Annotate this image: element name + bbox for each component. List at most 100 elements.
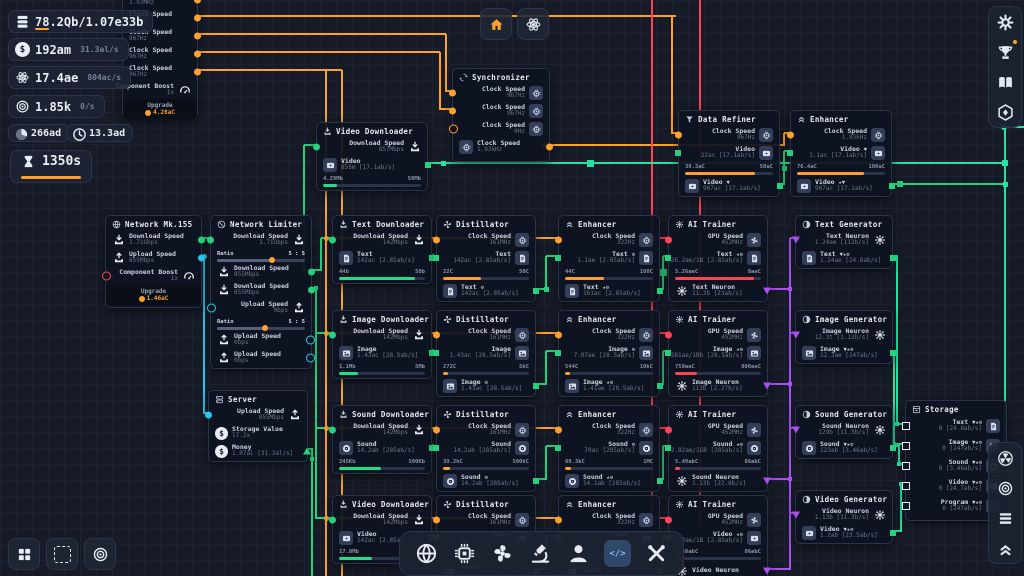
chip-icon-box[interactable]: [759, 128, 773, 142]
game-canvas[interactable]: Clock Speed1.93MHzClock Speed967HzClock …: [0, 0, 1024, 576]
node-video-generator[interactable]: Video GeneratorVideo Neuron1.13b [11.3b/…: [795, 490, 893, 544]
node-title[interactable]: Server: [209, 391, 307, 406]
port[interactable]: [329, 427, 336, 434]
port[interactable]: [665, 332, 672, 339]
download-icon-box[interactable]: [217, 284, 230, 297]
node-video-downloader-top[interactable]: Video DownloaderDownload Speed857MbpsVid…: [316, 122, 428, 191]
port[interactable]: [777, 183, 783, 189]
chip-icon-box[interactable]: [529, 86, 543, 100]
dock-tools-button[interactable]: [644, 541, 669, 566]
doc-icon-box[interactable]: [443, 284, 457, 298]
port[interactable]: [890, 350, 896, 356]
sound-icon-box[interactable]: [747, 441, 761, 455]
node-sound-downloader[interactable]: Sound DownloaderDownload Speed142MbpsSou…: [332, 405, 432, 474]
image-icon-box[interactable]: [515, 346, 529, 360]
video-icon-box[interactable]: [871, 146, 885, 160]
port[interactable]: [306, 336, 315, 345]
port[interactable]: [902, 422, 910, 430]
port[interactable]: [308, 269, 315, 276]
port[interactable]: [533, 288, 539, 294]
library-button[interactable]: [993, 70, 1017, 94]
turbo-button[interactable]: [993, 446, 1017, 470]
port[interactable]: [207, 237, 214, 244]
node-data-refiner[interactable]: Data RefinerClock Speed967HzVideo22ac [1…: [678, 110, 780, 197]
node-title[interactable]: Enhancer: [791, 111, 891, 126]
node-title[interactable]: Image Downloader: [333, 311, 431, 326]
doc-icon-box[interactable]: [339, 251, 353, 265]
node-title[interactable]: Storage: [906, 401, 1006, 416]
port[interactable]: [665, 427, 672, 434]
upload-icon-box[interactable]: [217, 334, 230, 347]
port[interactable]: [792, 512, 800, 519]
chip-icon-box[interactable]: [639, 513, 653, 527]
neuron-icon-box[interactable]: [873, 509, 886, 522]
node-distillator-sound[interactable]: DistillatorClock Speed161MHzSound14.2ab …: [436, 405, 536, 492]
port[interactable]: [763, 478, 771, 485]
neuron-icon-box[interactable]: [675, 380, 688, 393]
gauge-icon-box[interactable]: [182, 270, 195, 283]
neuron-icon-box[interactable]: [873, 424, 886, 437]
port[interactable]: [555, 255, 561, 261]
port[interactable]: [665, 445, 671, 451]
sound-icon-box[interactable]: [339, 441, 353, 455]
node-title[interactable]: Synchronizer: [453, 69, 549, 84]
node-enhancer-image[interactable]: EnhancerClock Speed322HzImage ⚙7.07ae [2…: [558, 310, 660, 397]
port[interactable]: [198, 255, 205, 262]
port[interactable]: [449, 125, 458, 134]
node-ai-trainer-image[interactable]: AI TrainerGPU Speed452MHzImage ★⚙281ae/1…: [668, 310, 768, 397]
chip-icon-box[interactable]: [639, 233, 653, 247]
port[interactable]: [425, 162, 431, 168]
upgrade-button[interactable]: Upgrade1.46aC: [106, 285, 201, 305]
port[interactable]: [308, 287, 315, 294]
dock-chip-button[interactable]: [452, 541, 477, 566]
port[interactable]: [665, 517, 672, 524]
port[interactable]: [902, 462, 910, 470]
doc-icon-box[interactable]: [515, 251, 529, 265]
node-title[interactable]: Distillator: [437, 216, 535, 231]
port[interactable]: [194, 51, 201, 58]
node-title[interactable]: Text Downloader: [333, 216, 431, 231]
node-server[interactable]: ServerUpload Speed855Mbps$Storage Value1…: [208, 390, 308, 462]
download-icon-box[interactable]: [412, 514, 425, 527]
image-icon-box[interactable]: [639, 346, 653, 360]
port[interactable]: [533, 478, 539, 484]
port[interactable]: [555, 427, 562, 434]
home-button[interactable]: [480, 8, 512, 40]
neuron-icon-box[interactable]: [873, 234, 886, 247]
node-image-generator[interactable]: Image GeneratorImage Neuron12.3t [1.13b/…: [795, 310, 893, 364]
port[interactable]: [763, 288, 771, 295]
port[interactable]: [555, 332, 562, 339]
port[interactable]: [546, 144, 553, 151]
port[interactable]: [194, 0, 201, 4]
port[interactable]: [205, 412, 212, 419]
port[interactable]: [555, 517, 562, 524]
gauge-icon-box[interactable]: [178, 84, 191, 97]
node-title[interactable]: AI Trainer: [669, 311, 767, 326]
node-image-downloader[interactable]: Image DownloaderDownload Speed142MbpsIma…: [332, 310, 432, 379]
port[interactable]: [433, 517, 440, 524]
port[interactable]: [675, 150, 681, 156]
node-title[interactable]: Enhancer: [559, 496, 659, 511]
node-title[interactable]: Data Refiner: [679, 111, 779, 126]
port[interactable]: [792, 332, 800, 339]
node-title[interactable]: Image Generator: [796, 311, 892, 326]
node-text-generator[interactable]: Text GeneratorText Neuron1.24ae [112b/s]…: [795, 215, 893, 269]
node-title[interactable]: AI Trainer: [669, 216, 767, 231]
port[interactable]: [194, 69, 201, 76]
port[interactable]: [555, 445, 561, 451]
node-title[interactable]: Distillator: [437, 311, 535, 326]
node-title[interactable]: Network Mk.155: [106, 216, 201, 231]
node-title[interactable]: Video Downloader: [333, 496, 431, 511]
video-icon-box[interactable]: [747, 531, 761, 545]
port[interactable]: [902, 502, 910, 510]
port[interactable]: [665, 255, 671, 261]
node-network[interactable]: Network Mk.155Download Speed1.71GbpsUplo…: [105, 215, 202, 308]
node-title[interactable]: Sound Generator: [796, 406, 892, 421]
dock-fan-button[interactable]: [490, 541, 515, 566]
fan-icon-box[interactable]: [747, 423, 761, 437]
image-icon-box[interactable]: [747, 346, 761, 360]
port[interactable]: [763, 568, 771, 575]
chip-icon-box[interactable]: [515, 423, 529, 437]
port[interactable]: [555, 350, 561, 356]
download-icon-box[interactable]: [412, 329, 425, 342]
